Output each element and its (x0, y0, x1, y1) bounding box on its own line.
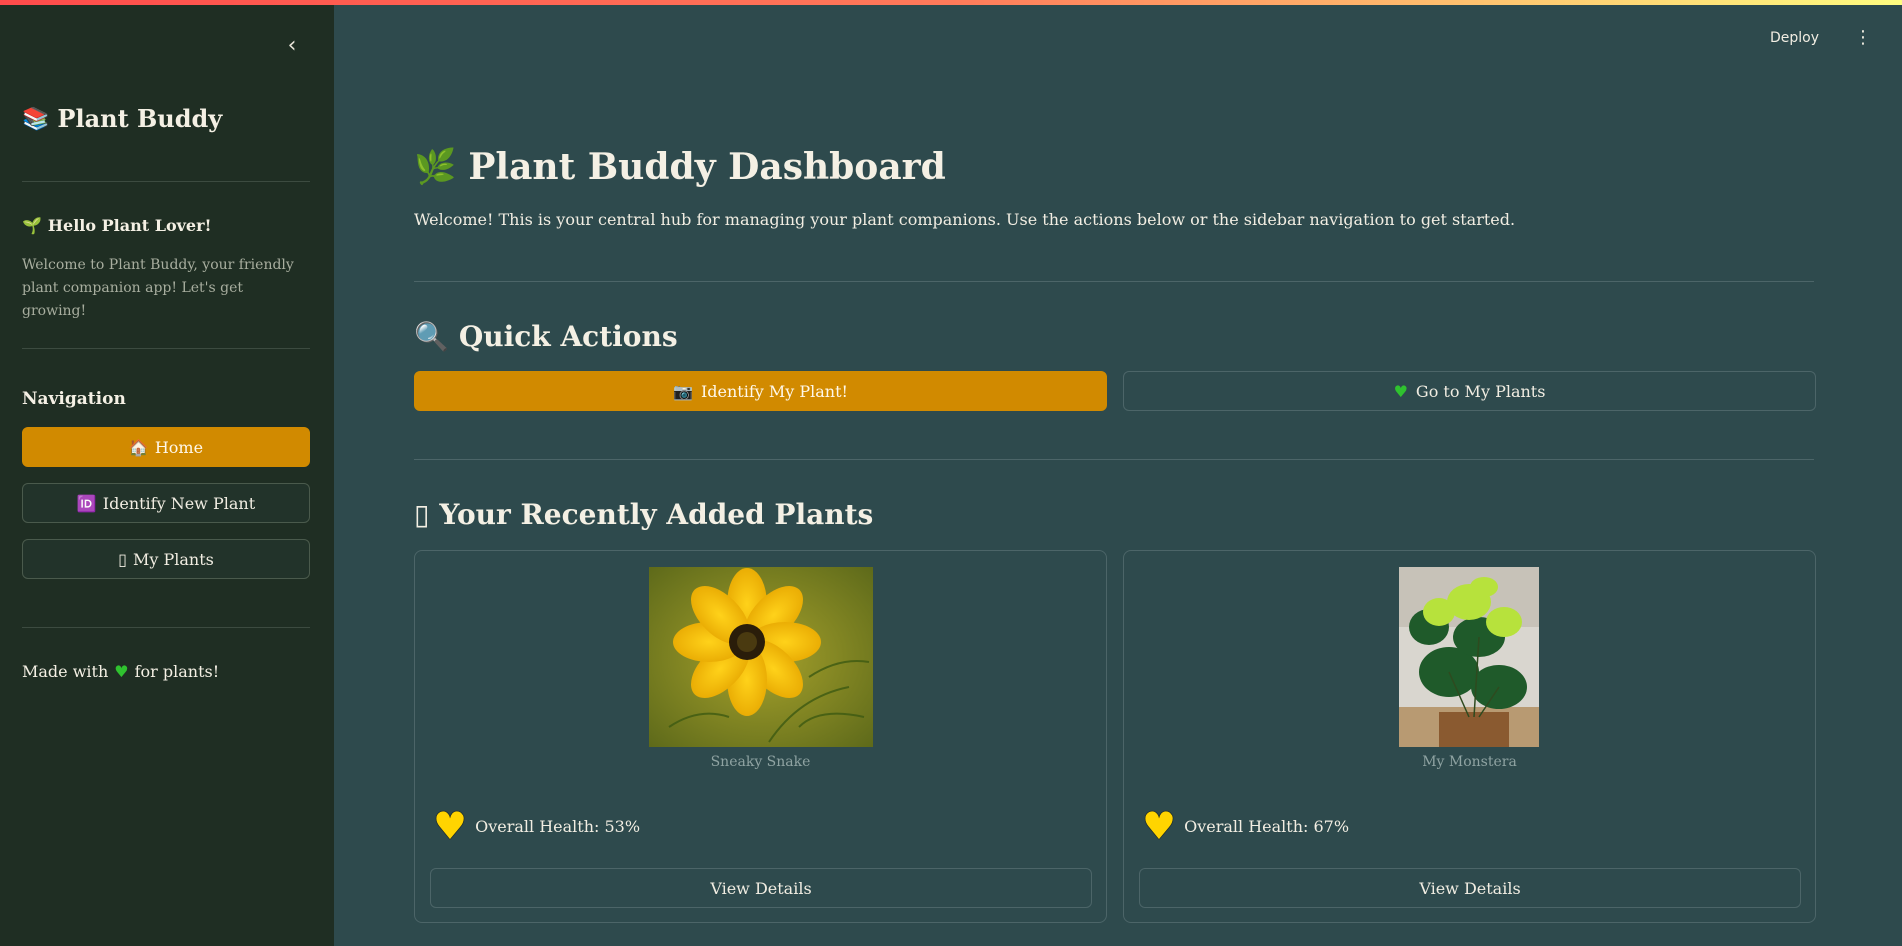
health-label: Overall Health: 67% (1184, 816, 1350, 836)
button-label: Go to My Plants (1415, 381, 1546, 401)
yellow-heart-icon: ♥ (1142, 804, 1177, 848)
sidebar-item-label: Identify New Plant (102, 493, 256, 513)
seedling-icon: 🌱 (22, 216, 42, 235)
page-intro: Welcome! This is your central hub for ma… (414, 210, 1516, 229)
sidebar-divider (22, 181, 310, 182)
kebab-menu-icon[interactable]: ⋮ (1854, 28, 1872, 48)
plant-name: Sneaky Snake (710, 754, 811, 770)
camera-icon: 📷 (673, 381, 693, 401)
green-heart-icon: ♥ (114, 662, 129, 681)
view-details-button[interactable]: View Details (430, 868, 1092, 908)
page-title: 🌿 Plant Buddy Dashboard (414, 146, 946, 188)
main-divider (414, 459, 1814, 460)
sidebar-item-label: My Plants (132, 549, 214, 569)
view-details-button[interactable]: View Details (1139, 868, 1801, 908)
house-icon: 🏠 (128, 437, 149, 457)
footer-suffix: for plants! (134, 662, 220, 681)
plant-health: ♥ Overall Health: 53% (433, 807, 640, 845)
green-heart-icon: ♥ (1393, 381, 1408, 401)
books-icon: 📚 (22, 105, 50, 132)
sidebar-item-identify-new-plant[interactable]: 🆔 Identify New Plant (22, 483, 310, 523)
collapse-sidebar-icon[interactable]: ‹ (278, 32, 306, 60)
top-decoration-bar (0, 0, 1902, 5)
footer-prefix: Made with (22, 662, 109, 681)
plant-photo-yellow-flower (649, 567, 873, 747)
identify-my-plant-button[interactable]: 📷 Identify My Plant! (414, 371, 1107, 411)
page-title-text: Plant Buddy Dashboard (468, 146, 946, 188)
missing-glyph-icon: ▯ (118, 549, 127, 569)
plant-name: My Monstera (1422, 754, 1517, 770)
section-title: Your Recently Added Plants (439, 498, 874, 531)
go-to-my-plants-button[interactable]: ♥ Go to My Plants (1123, 371, 1816, 411)
recent-plants-heading: ▯ Your Recently Added Plants (414, 498, 873, 531)
greeting-text: Hello Plant Lover! (47, 216, 212, 235)
sidebar-divider (22, 627, 310, 628)
sidebar-title-text: Plant Buddy (57, 104, 223, 133)
plant-card: Sneaky Snake ♥ Overall Health: 53% View … (414, 550, 1107, 923)
sidebar: ‹ 📚 Plant Buddy 🌱 Hello Plant Lover! Wel… (0, 0, 334, 946)
sidebar-item-label: Home (154, 437, 204, 457)
section-title: Quick Actions (458, 320, 678, 353)
nav-heading: Navigation (22, 389, 126, 409)
sidebar-footer: Made with ♥ for plants! (22, 662, 219, 681)
plant-card: My Monstera ♥ Overall Health: 67% View D… (1123, 550, 1816, 923)
plant-photo-monstera (1399, 567, 1539, 747)
main-divider (414, 281, 1814, 282)
sidebar-item-my-plants[interactable]: ▯ My Plants (22, 539, 310, 579)
plant-health: ♥ Overall Health: 67% (1142, 807, 1349, 845)
sidebar-item-home[interactable]: 🏠 Home (22, 427, 310, 467)
missing-glyph-icon: ▯ (414, 498, 430, 531)
magnifier-icon: 🔍 (414, 320, 449, 353)
id-icon: 🆔 (76, 493, 97, 513)
sidebar-greeting: 🌱 Hello Plant Lover! (22, 216, 212, 235)
quick-actions-heading: 🔍 Quick Actions (414, 320, 678, 353)
deploy-button[interactable]: Deploy (1770, 30, 1819, 46)
button-label: Identify My Plant! (700, 381, 848, 401)
health-label: Overall Health: 53% (475, 816, 641, 836)
sidebar-welcome-text: Welcome to Plant Buddy, your friendly pl… (22, 257, 294, 319)
sidebar-divider (22, 348, 310, 349)
yellow-heart-icon: ♥ (433, 804, 468, 848)
sidebar-title: 📚 Plant Buddy (22, 104, 222, 133)
herb-icon: 🌿 (414, 147, 457, 187)
